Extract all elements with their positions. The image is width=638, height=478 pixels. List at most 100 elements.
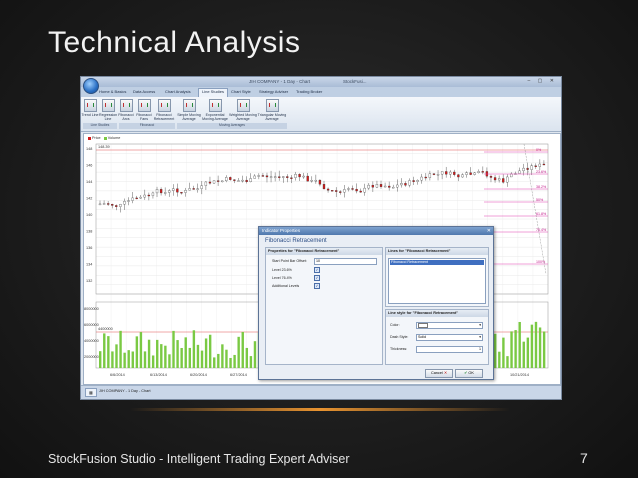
candle-body [351,188,354,190]
candle-body [216,180,220,182]
candle-body [400,183,403,186]
candle-body [155,189,159,194]
fib-level-label: 61.8% [536,212,547,216]
lines-list[interactable]: Fibonacci Retracement [388,258,486,304]
volume-bar [123,352,126,368]
level-23-checkbox[interactable]: ✓ [314,267,320,273]
candle-body [506,176,509,183]
volume-bar [518,321,521,368]
ribbon-tabs: Home & Basics Data Access Chart Analysis… [81,87,561,97]
volume-bar [245,347,249,368]
volume-bar [502,337,505,368]
volume-bar [514,330,517,368]
color-select[interactable]: ▾ [416,322,483,329]
start-offset-input[interactable]: 10 [314,258,377,265]
candle-body [245,179,248,183]
dash-style-label: Dash Style: [390,335,409,339]
volume-bar [542,331,546,368]
volume-bar [213,357,216,368]
candle-body [115,205,118,207]
candle-body [453,171,456,175]
fibonacci-fans-button[interactable]: Fibonacci Fans [135,99,153,121]
tab-line-studies[interactable]: Line Studies [198,88,229,97]
candle-body [363,187,366,193]
cancel-icon: ✕ [443,371,448,375]
volume-bar [151,355,155,368]
window-title: JIH COMPANY - 1 Day - Chart [249,79,311,84]
ema-button[interactable]: Exponential Moving Average [201,99,229,121]
tab-strategy-adviser[interactable]: Strategy Adviser [259,89,288,94]
fibonacci-retracement-button[interactable]: Fibonacci Retracement [153,99,175,121]
fib-level-label: 50% [536,198,544,202]
close-icon[interactable]: ✕ [487,227,491,235]
app-orb-icon[interactable] [83,78,99,94]
fibonacci-fans-icon [137,99,151,112]
tab-trading-broker[interactable]: Trading Broker [296,89,322,94]
candle-body [542,163,546,166]
price-marker-label: 148.39 [98,145,110,149]
volume-bar [139,332,143,368]
candle-body [339,191,342,193]
lines-header: Lines for "Fibonacci Retracement" [386,248,488,255]
candle-body [436,173,440,176]
trend-line-button[interactable]: Trend Line [81,99,99,117]
candle-body [168,190,171,193]
candle-body [314,179,318,182]
candle-body [164,192,167,194]
doc-tab-icon[interactable]: ▦ [85,388,97,397]
trend-line-icon [83,99,97,112]
candle-body [383,185,387,188]
fibonacci-arcs-button[interactable]: Fibonacci Arcs [117,99,135,121]
candle-body [347,188,350,190]
candle-body [290,177,293,179]
tab-data-access[interactable]: Data Access [133,89,155,94]
thickness-stepper[interactable]: 1 [416,346,483,353]
volume-bar [522,341,525,368]
additional-levels-checkbox[interactable]: ✓ [314,283,320,289]
line-style-panel: Line style for "Fibonacci Retracement" C… [385,309,489,365]
tab-chart-style[interactable]: Chart Style [231,89,251,94]
dash-style-select[interactable]: Solid ▾ [416,334,483,341]
ok-button[interactable]: ✔ OK [455,369,483,378]
level-76-checkbox[interactable]: ✓ [314,275,320,281]
regression-line-button[interactable]: Regression Line [99,99,117,121]
candle-body [489,176,493,178]
thickness-value: 1 [479,347,481,351]
candle-body [294,174,297,178]
candle-body [212,180,216,184]
window-controls[interactable]: – ▢ ✕ [528,78,557,84]
doc-tab[interactable]: JIH COMPANY - 1 Day - Chart [99,389,151,393]
volume-bar [237,336,240,368]
lines-list-item[interactable]: Fibonacci Retracement [390,260,484,265]
candle-body [249,178,252,183]
candle-body [343,189,346,193]
wma-button[interactable]: Weighted Moving Average [229,99,257,121]
candle-body [302,175,305,178]
volume-bar [143,351,147,368]
volume-bar [103,333,106,368]
date-tick-label: 6/13/2014 [150,373,167,377]
candle-body [184,190,187,193]
volume-bar [192,330,196,368]
tab-chart-analysis[interactable]: Chart Analysis [165,89,191,94]
fib-level-label: 0% [536,148,542,152]
sma-button[interactable]: Simple Moving Average [177,99,201,121]
cancel-button[interactable]: Cancel ✕ [425,369,453,378]
dialog-title: Indicator Properties [259,227,493,235]
properties-panel: Properties for "Fibonacci Retracement" S… [265,247,383,365]
volume-bar [506,356,509,368]
tab-home[interactable]: Home & Basics [99,89,126,94]
tma-button[interactable]: Triangular Moving Average [257,99,287,121]
candle-body [534,165,537,167]
candle-body [330,190,334,192]
volume-bar [131,351,134,368]
slide-footer: StockFusion Studio - Intelligent Trading… [48,452,350,466]
candle-body [282,176,285,178]
candle-body [221,180,224,183]
candle-body [257,175,260,177]
candle-body [392,186,395,189]
candle-body [420,176,423,181]
slide: Technical Analysis JIH COMPANY - 1 Day -… [0,0,638,478]
candle-body [461,174,464,178]
candle-body [286,176,289,178]
